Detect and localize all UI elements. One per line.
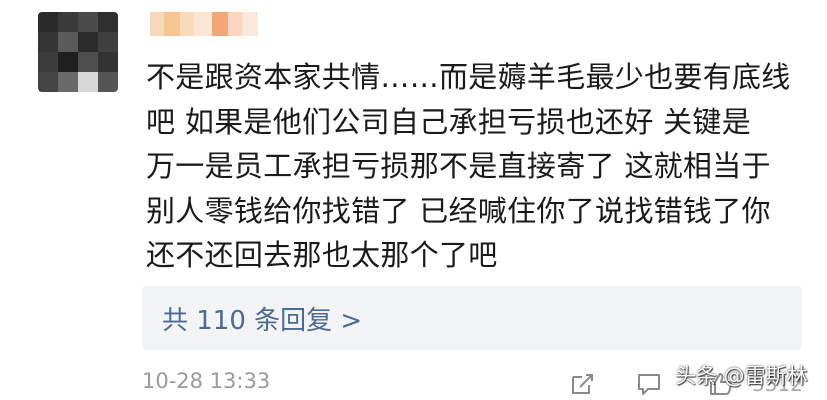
comment-line: 不是跟资本家共情……而是薅羊毛最少也要有底线 [146, 60, 791, 94]
comment-line: 吧 如果是他们公司自己承担亏损也还好 关键是 [146, 104, 752, 139]
comment-line: 还不还回去那也太那个了吧 [146, 238, 498, 272]
replies-container: 共 110 条回复 > [142, 286, 802, 350]
comment-line: 别人零钱给你找错了 已经喊住你了说找错钱了你 [146, 193, 771, 228]
username-blurred[interactable] [150, 12, 258, 36]
view-replies-link[interactable]: 共 110 条回复 > [162, 300, 362, 337]
comment-timestamp: 10-28 13:33 [142, 369, 271, 393]
comment-card: 不是跟资本家共情……而是薅羊毛最少也要有底线 吧 如果是他们公司自己承担亏损也还… [0, 0, 827, 400]
comment-line: 万一是员工承担亏损那不是直接寄了 这就相当于 [146, 149, 771, 183]
comment-body: 不是跟资本家共情……而是薅羊毛最少也要有底线 吧 如果是他们公司自己承担亏损也还… [146, 55, 806, 278]
comment-icon[interactable] [636, 372, 662, 396]
share-icon[interactable] [570, 372, 596, 396]
source-watermark: 头条 @雷斯林 [675, 364, 808, 388]
avatar[interactable] [38, 12, 118, 92]
